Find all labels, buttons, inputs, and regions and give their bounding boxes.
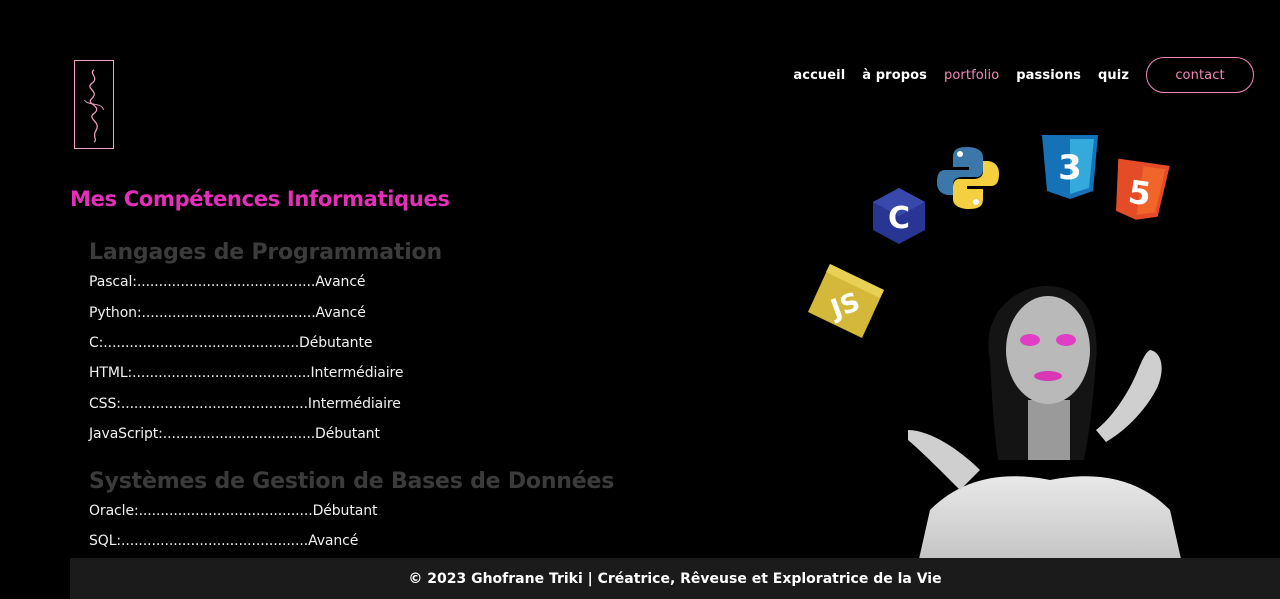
footer-text: © 2023 Ghofrane Triki | Créatrice, Rêveu…	[408, 570, 942, 587]
site-logo[interactable]	[74, 60, 114, 149]
javascript-logo-icon: JS	[808, 264, 884, 338]
page-title: Mes Compétences Informatiques	[70, 187, 450, 211]
python-logo-icon	[937, 147, 999, 209]
contact-button[interactable]: contact	[1146, 57, 1254, 93]
section-title-databases: Systèmes de Gestion de Bases de Données	[89, 469, 615, 494]
nav-quiz[interactable]: quiz	[1098, 68, 1129, 83]
svg-text:3: 3	[1058, 148, 1082, 188]
c-logo-icon: C	[873, 188, 925, 244]
css3-logo-icon: 3	[1042, 135, 1098, 199]
skill-item: JavaScript:.............................…	[89, 426, 380, 442]
skill-item: CSS:....................................…	[89, 396, 401, 412]
skill-item: Pascal:.................................…	[89, 274, 366, 290]
footer: © 2023 Ghofrane Triki | Créatrice, Rêveu…	[70, 558, 1280, 599]
nav-portfolio[interactable]: portfolio	[944, 68, 999, 83]
nav-a-propos[interactable]: à propos	[862, 68, 927, 83]
skill-item: C:......................................…	[89, 335, 373, 351]
main-nav: accueil à propos portfolio passions quiz…	[776, 57, 1254, 93]
svg-text:C: C	[888, 201, 910, 236]
skill-item: HTML:...................................…	[89, 365, 404, 381]
skill-item: Oracle:.................................…	[89, 503, 378, 519]
skill-item: Python:.................................…	[89, 305, 366, 321]
section-title-languages: Langages de Programmation	[89, 240, 442, 265]
skill-item: SQL:....................................…	[89, 533, 359, 549]
profile-photo	[908, 285, 1190, 599]
nav-passions[interactable]: passions	[1016, 68, 1081, 83]
nav-accueil[interactable]: accueil	[793, 68, 845, 83]
html5-logo-icon: 5	[1116, 158, 1170, 220]
